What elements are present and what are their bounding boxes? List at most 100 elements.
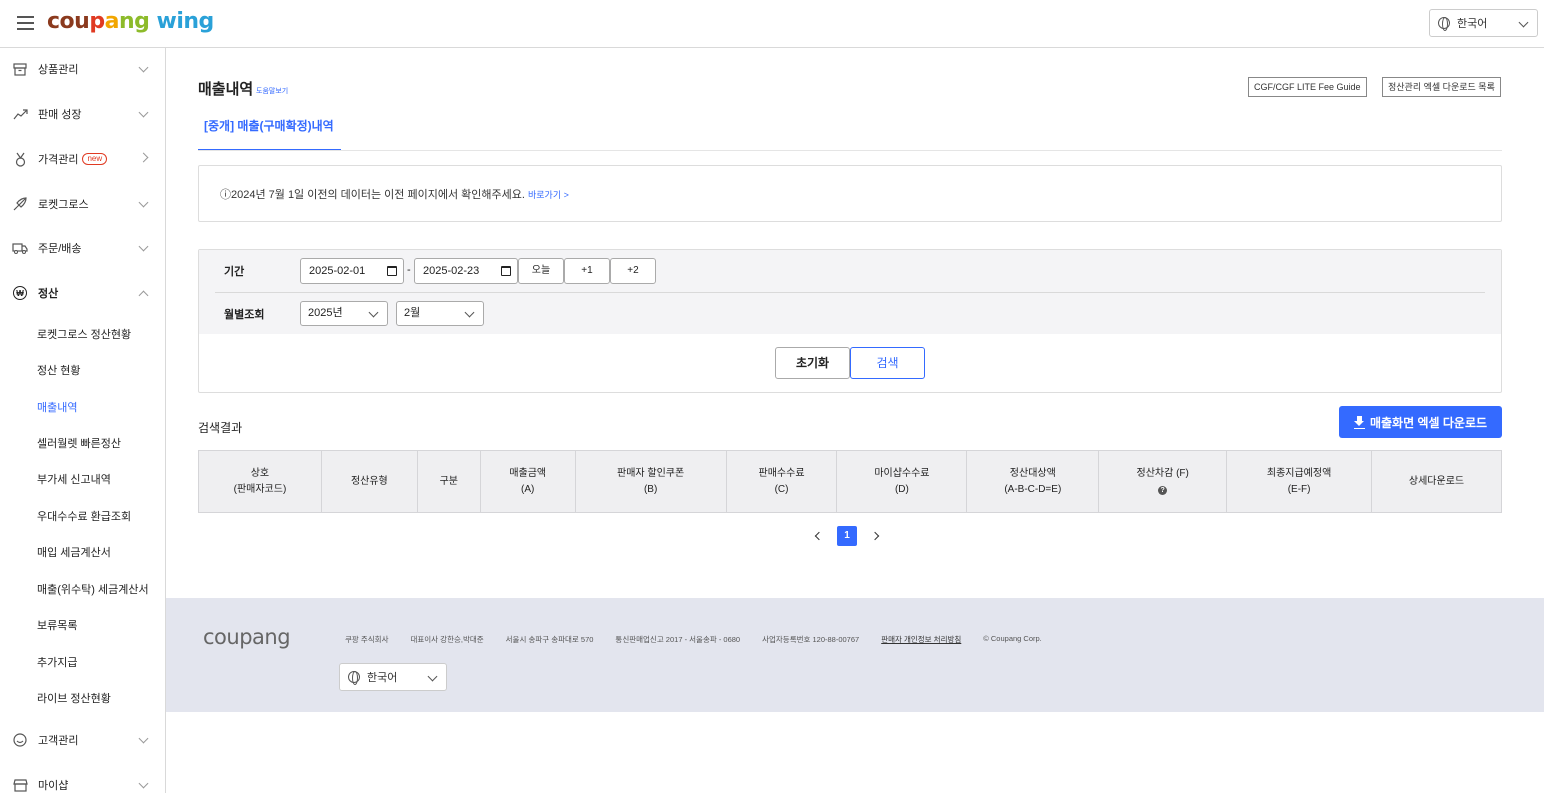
chevron-down-icon [138,778,149,789]
new-badge: new [82,153,108,165]
start-date-input[interactable]: 2025-02-01 [300,258,404,284]
tab-divider [198,150,1502,151]
shop-icon [12,777,28,793]
sidebar-item-myshop[interactable]: 마이샵 [0,770,165,793]
today-button[interactable]: 오늘 [518,258,564,284]
monthly-label: 월별조회 [224,309,265,321]
sidebar-item-growth[interactable]: 판매 성장 [0,99,165,129]
sidebar-item-customer[interactable]: 고객관리 [0,725,165,755]
chevron-right-icon [138,152,149,163]
download-icon [1353,416,1365,429]
plus-two-button[interactable]: +2 [610,258,656,284]
col-company: 상호 (판매자코드) [198,450,322,513]
col-final-payment: 최종지급예정액 (E-F) [1226,450,1373,513]
next-page-icon[interactable] [870,531,880,541]
sidebar-sub-purchase-invoice[interactable]: 매입 세금계산서 [37,543,111,563]
sidebar-sub-rocket-growth-settlement[interactable]: 로켓그로스 정산현황 [37,325,131,345]
notice-text: ⓘ2024년 7월 1일 이전의 데이터는 이전 페이지에서 확인해주세요. [220,189,525,201]
date-separator: - [407,264,411,276]
footer: coupang 쿠팡 주식회사 대표이사 강한승,박대준 서울시 송파구 송파대… [166,598,1544,712]
help-link[interactable]: 도움말보기 [256,86,288,96]
chevron-down-icon [368,307,379,318]
sidebar-item-label: 정산 [38,288,59,300]
globe-icon [1438,17,1450,31]
fee-guide-button[interactable]: CGF/CGF LITE Fee Guide [1248,77,1367,97]
chevron-up-icon [138,290,149,301]
excel-download-button[interactable]: 매출화면 엑셀 다운로드 [1339,406,1502,438]
calendar-icon[interactable] [387,266,397,276]
plus-one-button[interactable]: +1 [564,258,610,284]
menu-icon[interactable] [17,16,34,30]
col-sales-fee: 판매수수료 (C) [725,450,838,513]
top-header: coupang wing 한국어 [0,0,1544,48]
help-icon[interactable]: ? [1158,485,1168,495]
col-sales-amount: 매출금액 (A) [479,450,576,513]
sidebar-sub-live-settlement[interactable]: 라이브 정산현황 [37,689,111,709]
sidebar-item-label: 가격관리 [38,154,79,166]
coupang-logo: coupang [203,625,291,649]
page-title: 매출내역 [198,81,254,98]
trend-up-icon [12,106,28,122]
col-category: 구분 [416,450,481,513]
excel-download-list-button[interactable]: 정산관리 엑셀 다운로드 목록 [1382,77,1501,97]
chevron-down-icon [464,307,475,318]
smile-icon [12,732,28,748]
language-label: 한국어 [1457,18,1488,30]
prev-page-icon[interactable] [814,531,824,541]
result-title: 검색결과 [198,421,243,435]
language-select[interactable]: 한국어 [1429,9,1538,37]
sidebar-sub-additional-payment[interactable]: 추가지급 [37,653,77,673]
sidebar-item-label: 주문/배송 [38,243,82,255]
coupang-wing-logo[interactable]: coupang wing [47,9,214,34]
sidebar-sub-settlement-status[interactable]: 정산 현황 [37,361,81,381]
sidebar-item-label: 판매 성장 [38,109,82,121]
sidebar-item-label: 마이샵 [38,780,69,792]
box-icon [12,61,28,77]
chevron-down-icon [138,241,149,252]
chevron-down-icon [138,107,149,118]
chevron-down-icon [138,733,149,744]
footer-language-select[interactable]: 한국어 [339,663,447,691]
notice-link[interactable]: 바로가기 > [528,190,569,200]
sidebar-sub-fee-refund[interactable]: 우대수수료 환급조회 [37,507,131,527]
main-content: 매출내역 도움말보기 CGF/CGF LITE Fee Guide 정산관리 엑… [166,48,1544,598]
notice-box: ⓘ2024년 7월 1일 이전의 데이터는 이전 페이지에서 확인해주세요. 바… [198,165,1502,222]
sidebar-sub-sales-invoice[interactable]: 매출(위수탁) 세금계산서 [37,580,149,600]
col-settlement-type: 정산유형 [320,450,418,513]
sidebar-item-label: 고객관리 [38,735,79,747]
col-myshop-fee: 마이샵수수료 (D) [836,450,968,513]
sidebar-sub-vat-report[interactable]: 부가세 신고내역 [37,470,111,490]
rocket-icon [12,196,28,212]
result-table: 상호 (판매자코드) 정산유형 구분 매출금액 (A) 판매자 할인쿠폰 (B) 판매… [198,450,1502,513]
footer-info: 쿠팡 주식회사 대표이사 강한승,박대준 서울시 송파구 송파대로 570 통신… [345,634,1042,645]
medal-icon [12,151,28,167]
privacy-policy-link[interactable]: 판매자 개인정보 처리방침 [881,634,961,645]
sidebar-sub-hold-list[interactable]: 보류목록 [37,616,77,636]
table-header-row: 상호 (판매자코드) 정산유형 구분 매출금액 (A) 판매자 할인쿠폰 (B) 판매… [198,450,1502,513]
sidebar-item-product[interactable]: 상품관리 [0,54,165,84]
filter-divider [215,292,1485,293]
sidebar-item-price[interactable]: 가격관리 new [0,144,165,174]
sidebar: 상품관리 판매 성장 가격관리 new 로켓그로스 주문/배송 ₩ 정산 로켓그… [0,48,166,793]
year-select[interactable]: 2025년 [300,301,388,326]
pagination: 1 [814,526,880,546]
month-select[interactable]: 2월 [396,301,484,326]
end-date-input[interactable]: 2025-02-23 [414,258,518,284]
period-label: 기간 [224,266,245,278]
tab-brokerage-sales[interactable]: [중개] 매출(구매확정)내역 [198,114,341,151]
chevron-down-icon [138,197,149,208]
page-number[interactable]: 1 [837,526,857,546]
sidebar-sub-seller-wallet[interactable]: 셀러월렛 빠른정산 [37,434,121,454]
sidebar-item-settlement[interactable]: ₩ 정산 [0,278,165,308]
sidebar-sub-sales-history[interactable]: 매출내역 [37,398,77,418]
chevron-down-icon [1518,17,1529,28]
calendar-icon[interactable] [501,266,511,276]
sidebar-item-label: 상품관리 [38,64,79,76]
sidebar-item-rocket-growth[interactable]: 로켓그로스 [0,189,165,219]
won-icon: ₩ [13,286,27,300]
chevron-down-icon [427,671,438,682]
sidebar-item-orders[interactable]: 주문/배송 [0,233,165,263]
search-button[interactable]: 검색 [850,347,925,379]
reset-button[interactable]: 초기화 [775,347,850,379]
col-seller-coupon: 판매자 할인쿠폰 (B) [574,450,727,513]
